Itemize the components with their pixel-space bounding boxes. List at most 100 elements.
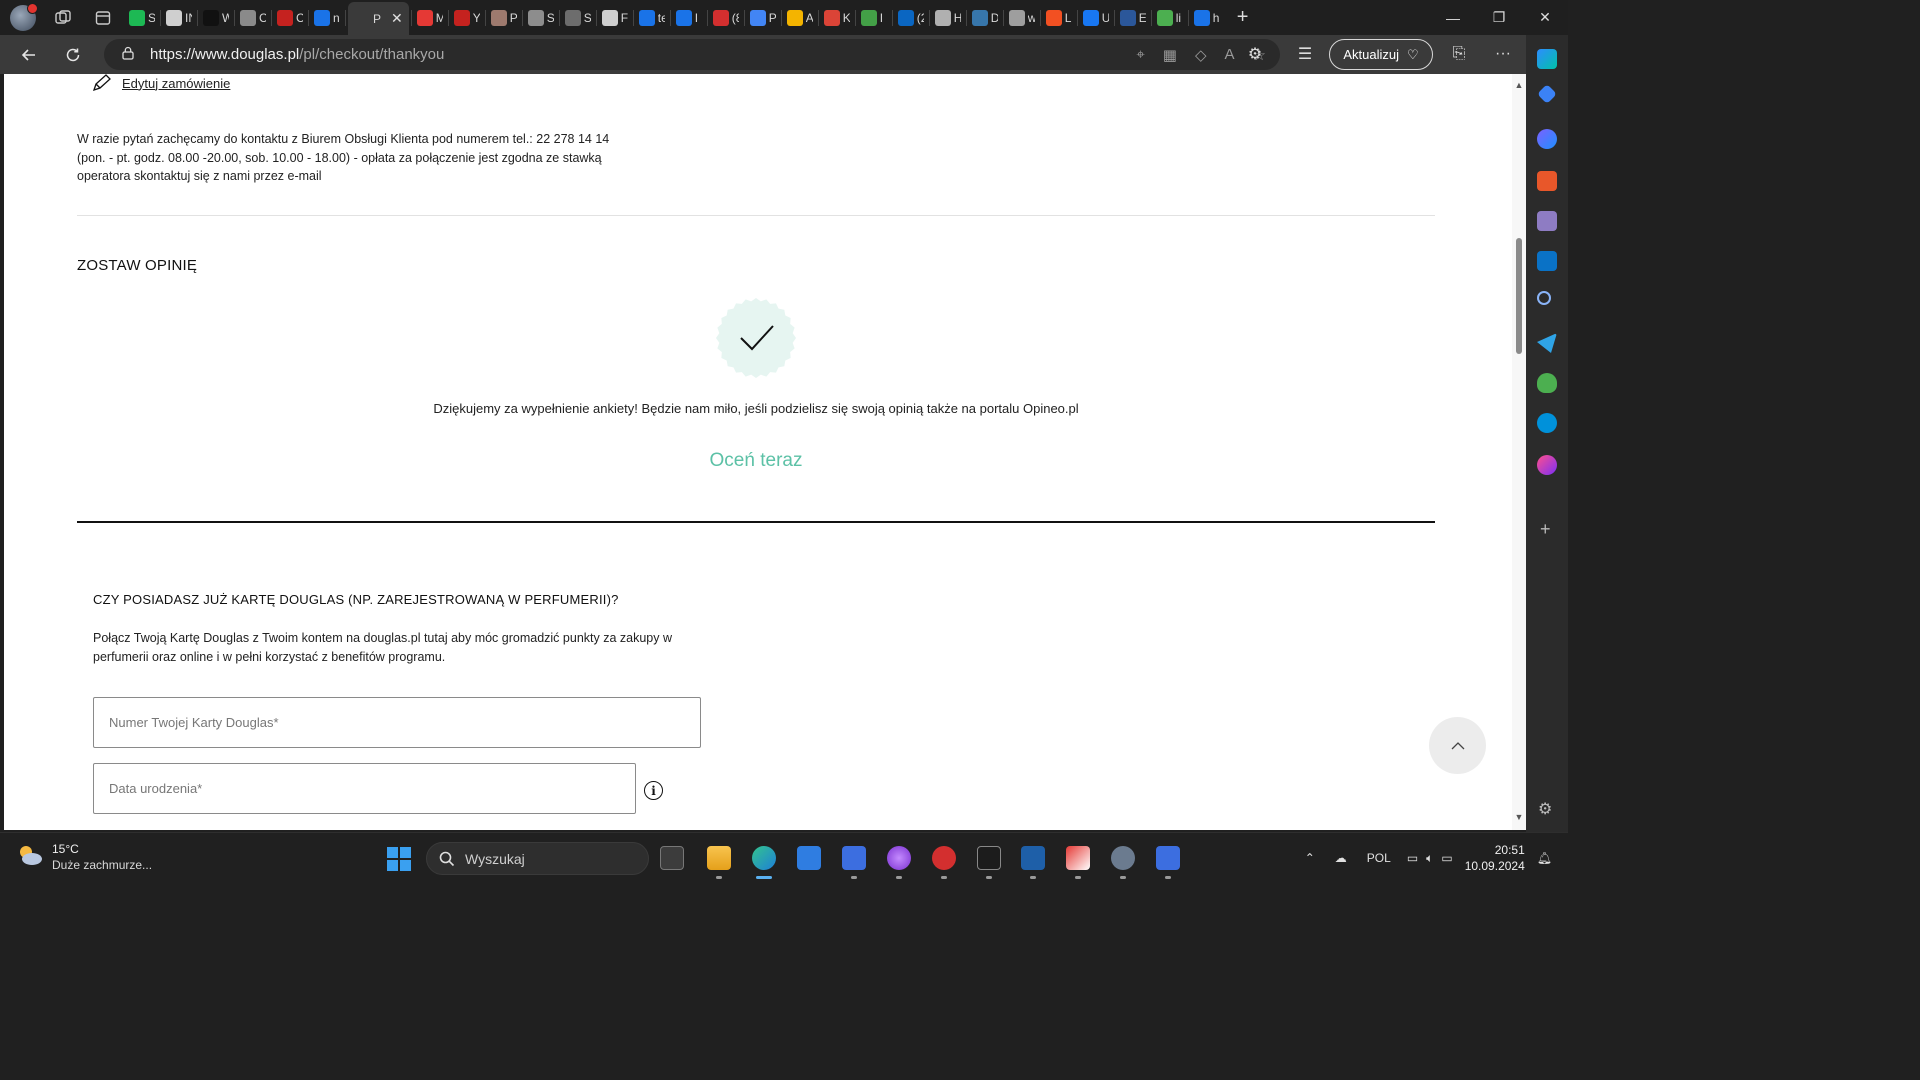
page-scrollbar[interactable]: ▲ ▼ bbox=[1512, 74, 1526, 830]
clock[interactable]: 20:51 10.09.2024 bbox=[1465, 842, 1525, 874]
outlook-icon[interactable] bbox=[1537, 251, 1557, 271]
notifications-bell-icon[interactable]: 🔔︎ bbox=[1537, 851, 1552, 865]
onedrive-icon[interactable]: ☁ bbox=[1335, 851, 1347, 865]
tab[interactable]: S bbox=[562, 4, 594, 32]
card-number-field[interactable] bbox=[93, 697, 701, 748]
add-sidebar-app-icon[interactable]: + bbox=[1540, 519, 1551, 540]
tab[interactable]: IN bbox=[163, 4, 195, 32]
tab-active[interactable]: P ✕ bbox=[348, 2, 409, 35]
tab-close-icon[interactable]: ✕ bbox=[391, 10, 403, 27]
tab[interactable]: W bbox=[200, 4, 232, 32]
extensions-icon[interactable]: ⚙ bbox=[1240, 39, 1270, 69]
checkmark-badge-icon bbox=[716, 298, 796, 378]
address-bar[interactable]: https://www.douglas.pl/pl/checkout/thank… bbox=[104, 39, 1280, 70]
tab[interactable]: (2 bbox=[895, 4, 927, 32]
birthdate-input[interactable] bbox=[109, 764, 635, 813]
copilot-share-icon[interactable]: ⎘ bbox=[1444, 39, 1474, 69]
task-view-icon[interactable] bbox=[660, 846, 684, 870]
scroll-up-arrow-icon[interactable]: ▲ bbox=[1514, 80, 1524, 90]
more-menu-icon[interactable]: ··· bbox=[1488, 39, 1518, 69]
tab[interactable]: M bbox=[414, 4, 446, 32]
start-button[interactable] bbox=[387, 847, 411, 871]
location-icon[interactable]: ⌖ bbox=[1136, 46, 1144, 63]
terminal-icon[interactable] bbox=[977, 846, 1001, 870]
tab[interactable]: P bbox=[488, 4, 520, 32]
scroll-down-arrow-icon[interactable]: ▼ bbox=[1514, 812, 1524, 822]
profile-avatar[interactable] bbox=[10, 2, 38, 31]
tab[interactable]: D bbox=[969, 4, 1001, 32]
pdf-app-icon[interactable] bbox=[932, 846, 956, 870]
lock-icon[interactable] bbox=[122, 46, 134, 63]
virtualbox-icon[interactable] bbox=[1021, 846, 1045, 870]
skype-icon[interactable] bbox=[1537, 413, 1557, 433]
file-explorer-icon[interactable] bbox=[707, 846, 731, 870]
edit-order[interactable]: Edytuj zamówienie bbox=[92, 74, 230, 92]
tab[interactable]: Y bbox=[451, 4, 483, 32]
games-icon[interactable] bbox=[1537, 211, 1557, 231]
new-tab-button[interactable]: + bbox=[1237, 6, 1249, 29]
tab[interactable]: H bbox=[932, 4, 964, 32]
back-icon[interactable] bbox=[12, 40, 46, 70]
settings-gear-icon[interactable] bbox=[1111, 846, 1135, 870]
restore-button[interactable]: ❐ bbox=[1476, 0, 1522, 35]
birthdate-field[interactable] bbox=[93, 763, 636, 814]
tab[interactable]: I bbox=[673, 4, 705, 32]
refresh-icon[interactable] bbox=[56, 40, 90, 70]
minimize-button[interactable]: — bbox=[1430, 0, 1476, 35]
tab[interactable]: S bbox=[126, 4, 158, 32]
battery-icon[interactable]: ▭ bbox=[1441, 851, 1452, 865]
tab[interactable]: n bbox=[311, 4, 343, 32]
acrobat-icon[interactable] bbox=[1066, 846, 1090, 870]
rate-now-link[interactable]: Oceń teraz bbox=[4, 450, 1508, 472]
microsoft-store-icon[interactable] bbox=[797, 846, 821, 870]
read-aloud-icon[interactable]: A bbox=[1225, 46, 1235, 63]
close-window-button[interactable]: ✕ bbox=[1522, 0, 1568, 35]
favorites-icon[interactable]: ☰ bbox=[1290, 39, 1320, 69]
card-number-input[interactable] bbox=[109, 698, 700, 747]
vertical-tabs-icon[interactable] bbox=[90, 5, 116, 31]
tab[interactable]: I bbox=[858, 4, 890, 32]
copilot-icon[interactable] bbox=[1537, 49, 1557, 69]
tag-icon[interactable]: ◇ bbox=[1195, 46, 1207, 64]
shopping-tag-icon[interactable] bbox=[1537, 84, 1557, 104]
tab[interactable]: E bbox=[1117, 4, 1149, 32]
telegram-icon[interactable] bbox=[1537, 333, 1557, 353]
tab[interactable]: te bbox=[636, 4, 668, 32]
tab[interactable]: K bbox=[821, 4, 853, 32]
tab[interactable]: w bbox=[1006, 4, 1038, 32]
tab[interactable]: L bbox=[1043, 4, 1075, 32]
language-indicator[interactable]: POL bbox=[1367, 851, 1391, 865]
volume-icon[interactable]: 🔈︎ bbox=[1426, 851, 1433, 866]
search-icon[interactable] bbox=[1537, 291, 1551, 305]
tab[interactable]: (8 bbox=[710, 4, 742, 32]
network-icon[interactable]: ▭ bbox=[1407, 851, 1418, 865]
workspaces-icon[interactable] bbox=[50, 5, 76, 31]
save-disk-icon[interactable] bbox=[842, 846, 866, 870]
tab[interactable]: U bbox=[1080, 4, 1112, 32]
save-disk-icon-2[interactable] bbox=[1156, 846, 1180, 870]
edit-order-link[interactable]: Edytuj zamówienie bbox=[122, 76, 230, 91]
edge-browser-icon[interactable] bbox=[752, 846, 776, 870]
info-icon[interactable]: i bbox=[644, 781, 663, 800]
toolbox-icon[interactable] bbox=[1537, 171, 1557, 191]
tor-browser-icon[interactable] bbox=[887, 846, 911, 870]
show-hidden-icons-icon[interactable]: ⌃ bbox=[1305, 851, 1315, 865]
designer-icon[interactable] bbox=[1537, 455, 1557, 475]
apps-icon[interactable]: ▦ bbox=[1163, 46, 1177, 64]
tree-icon[interactable] bbox=[1537, 373, 1557, 393]
update-button[interactable]: Aktualizuj ♡ bbox=[1329, 39, 1433, 70]
sidebar-settings-icon[interactable]: ⚙ bbox=[1538, 799, 1552, 819]
tab[interactable]: C bbox=[237, 4, 269, 32]
tab[interactable]: h bbox=[1191, 4, 1223, 32]
tab[interactable]: S bbox=[525, 4, 557, 32]
weather-widget[interactable]: 15°C Duże zachmurze... bbox=[16, 841, 152, 873]
scrollbar-thumb[interactable] bbox=[1516, 238, 1522, 354]
copilot-app-icon[interactable] bbox=[1537, 129, 1557, 149]
tab[interactable]: C bbox=[274, 4, 306, 32]
scroll-to-top-button[interactable] bbox=[1429, 717, 1486, 774]
taskbar-search[interactable]: Wyszukaj bbox=[426, 842, 649, 875]
tab[interactable]: F bbox=[599, 4, 631, 32]
tab[interactable]: A bbox=[784, 4, 816, 32]
tab[interactable]: li bbox=[1154, 4, 1186, 32]
tab[interactable]: P bbox=[747, 4, 779, 32]
